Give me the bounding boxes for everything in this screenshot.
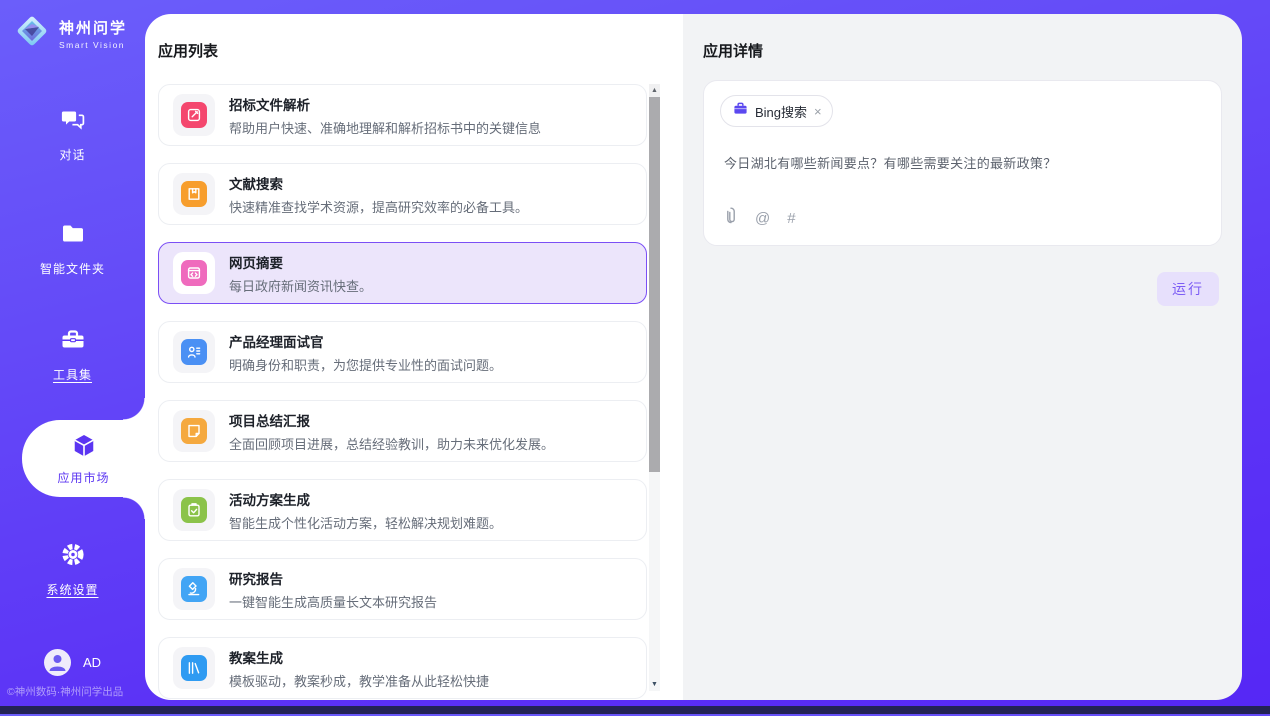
book-icon	[181, 181, 207, 207]
app-card[interactable]: 教案生成 模板驱动，教案秒成，教学准备从此轻松快捷	[158, 637, 647, 699]
app-card[interactable]: 文献搜索 快速精准查找学术资源，提高研究效率的必备工具。	[158, 163, 647, 225]
user-account[interactable]: AD	[0, 649, 145, 676]
app-card-description: 全面回顾项目进展，总结经验教训，助力未来优化发展。	[229, 434, 554, 453]
interviewer-icon	[181, 339, 207, 365]
brand-subtitle: Smart Vision	[59, 40, 127, 50]
app-card-description: 快速精准查找学术资源，提高研究效率的必备工具。	[229, 197, 528, 216]
app-card-list: 招标文件解析 帮助用户快速、准确地理解和解析招标书中的关键信息 文献搜索 快速精…	[158, 84, 647, 716]
cube-icon	[69, 432, 99, 465]
copyright-footer: ©神州数码·神州问学出品	[7, 684, 123, 699]
app-list-panel: 应用列表 招标文件解析 帮助用户快速、准确地理解和解析招标书中的关键信息 文献搜…	[145, 14, 683, 700]
app-card-title: 产品经理面试官	[229, 331, 502, 351]
sidebar-item-tools[interactable]: 工具集	[0, 327, 145, 383]
sidebar-item-folders[interactable]: 智能文件夹	[0, 221, 145, 277]
gear-icon	[59, 541, 87, 573]
app-card[interactable]: 研究报告 一键智能生成高质量长文本研究报告	[158, 558, 647, 620]
brand-logo: 神州问学 Smart Vision	[13, 12, 127, 55]
app-card-title: 文献搜索	[229, 173, 528, 193]
app-card-title: 研究报告	[229, 568, 437, 588]
app-card-title: 项目总结汇报	[229, 410, 554, 430]
books-icon	[181, 655, 207, 681]
app-card-title: 招标文件解析	[229, 94, 541, 114]
sidebar-item-chat[interactable]: 对话	[0, 107, 145, 163]
app-card-description: 明确身份和职责，为您提供专业性的面试问题。	[229, 355, 502, 374]
query-card: Bing搜索 × 今日湖北有哪些新闻要点？有哪些需要关注的最新政策？ @ #	[703, 80, 1222, 246]
attachment-toolbar: @ #	[724, 207, 796, 229]
app-card-title: 网页摘要	[229, 252, 372, 272]
app-list-title: 应用列表	[158, 40, 218, 61]
app-detail-title: 应用详情	[703, 40, 763, 61]
paperclip-icon[interactable]	[724, 207, 738, 229]
microscope-icon	[181, 576, 207, 602]
tool-tag-bing-search[interactable]: Bing搜索 ×	[720, 95, 833, 127]
app-card-description: 每日政府新闻资讯快查。	[229, 276, 372, 295]
app-card[interactable]: 项目总结汇报 全面回顾项目进展，总结经验教训，助力未来优化发展。	[158, 400, 647, 462]
sidebar-item-settings[interactable]: 系统设置	[0, 541, 145, 598]
app-card[interactable]: 网页摘要 每日政府新闻资讯快查。	[158, 242, 647, 304]
query-input[interactable]: 今日湖北有哪些新闻要点？有哪些需要关注的最新政策？	[724, 153, 1201, 172]
app-card-description: 一键智能生成高质量长文本研究报告	[229, 592, 437, 611]
browser-code-icon	[181, 260, 207, 286]
chat-icon	[59, 107, 87, 138]
briefcase-icon	[733, 101, 748, 121]
folder-icon	[59, 221, 87, 252]
app-card-title: 活动方案生成	[229, 489, 502, 509]
close-icon[interactable]: ×	[814, 105, 822, 118]
clipboard-check-icon	[181, 497, 207, 523]
app-card-description: 智能生成个性化活动方案，轻松解决规划难题。	[229, 513, 502, 532]
scrollbar-down-arrow-icon[interactable]: ▼	[649, 678, 660, 691]
app-card-description: 帮助用户快速、准确地理解和解析招标书中的关键信息	[229, 118, 541, 137]
at-icon[interactable]: @	[755, 210, 770, 227]
diamond-logo-icon	[13, 12, 51, 55]
document-edit-icon	[181, 102, 207, 128]
sidebar: 神州问学 Smart Vision 对话 智能文件夹 工具集 应用市场 系统设置…	[0, 0, 145, 706]
app-card[interactable]: 产品经理面试官 明确身份和职责，为您提供专业性的面试问题。	[158, 321, 647, 383]
app-card-description: 模板驱动，教案秒成，教学准备从此轻松快捷	[229, 671, 489, 690]
hash-icon[interactable]: #	[787, 210, 795, 227]
person-icon	[44, 649, 71, 676]
app-card[interactable]: 活动方案生成 智能生成个性化活动方案，轻松解决规划难题。	[158, 479, 647, 541]
user-initials: AD	[83, 655, 101, 670]
brand-name: 神州问学	[59, 17, 127, 38]
toolbox-icon	[59, 327, 87, 358]
app-card-title: 教案生成	[229, 647, 489, 667]
note-icon	[181, 418, 207, 444]
run-button[interactable]: 运行	[1157, 272, 1219, 306]
app-detail-panel: 应用详情 Bing搜索 × 今日湖北有哪些新闻要点？有哪些需要关注的最新政策？	[683, 14, 1242, 700]
bottom-strip	[0, 706, 1270, 714]
app-card[interactable]: 招标文件解析 帮助用户快速、准确地理解和解析招标书中的关键信息	[158, 84, 647, 146]
tool-tag-label: Bing搜索	[755, 102, 807, 121]
scrollbar-up-arrow-icon[interactable]: ▲	[649, 84, 660, 97]
sidebar-item-market[interactable]: 应用市场	[22, 420, 145, 497]
app-list-scrollbar[interactable]: ▲ ▼	[649, 84, 660, 691]
scrollbar-thumb[interactable]	[649, 97, 660, 472]
